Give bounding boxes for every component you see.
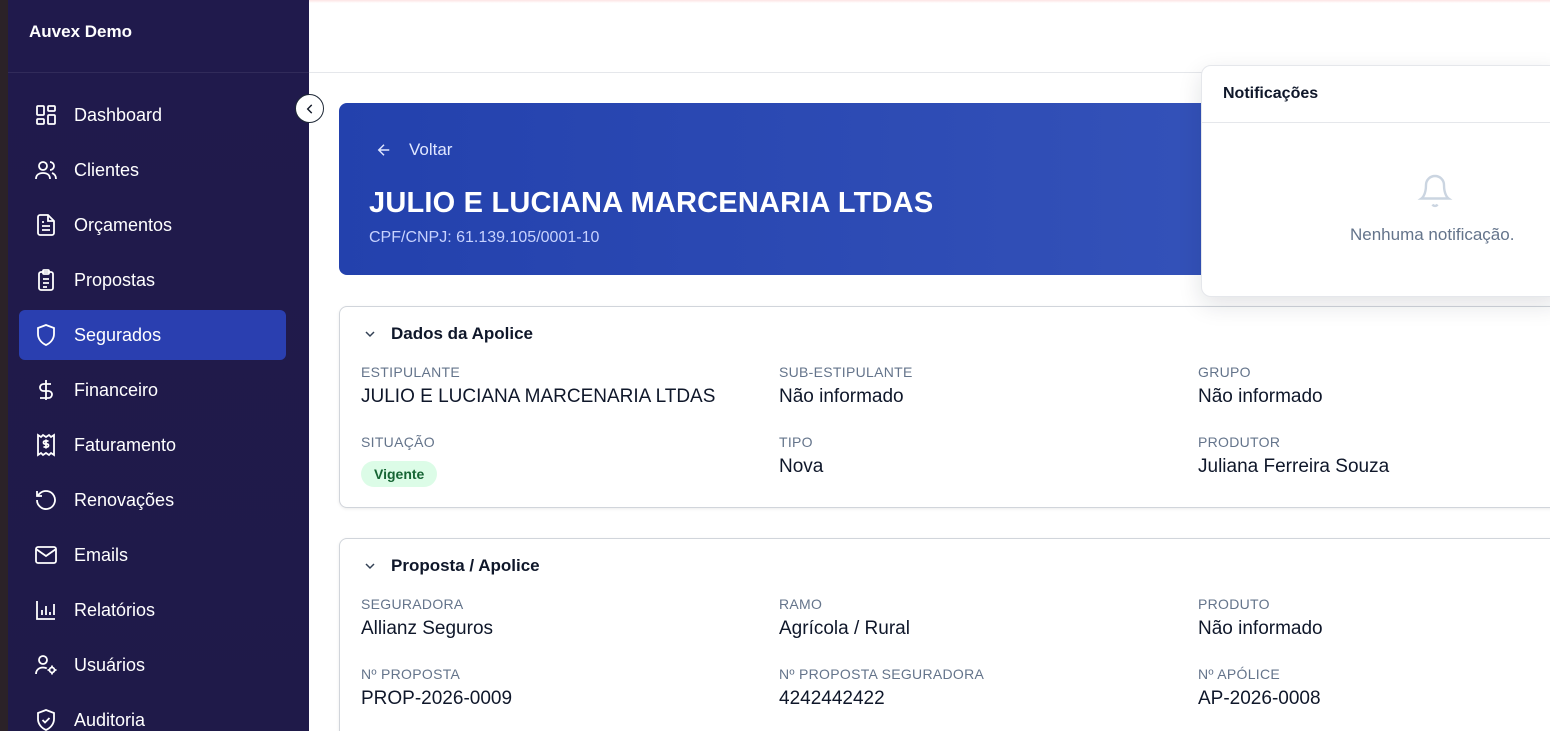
- sidebar-item-emails[interactable]: Emails: [19, 530, 286, 580]
- top-bar: [309, 0, 1550, 73]
- sidebar-item-label: Segurados: [74, 325, 162, 345]
- shield-check-icon: [37, 709, 55, 731]
- field-value: PROP-2026-0009: [361, 688, 513, 709]
- field-label: Nº APÓLICE: [1198, 666, 1281, 682]
- collapse-sidebar-button[interactable]: [295, 94, 324, 123]
- field-ramo: RAMO Agrícola / Rural: [779, 596, 910, 640]
- user-settings-icon: [35, 655, 57, 675]
- field-value: Não informado: [779, 386, 904, 407]
- sidebar-item-label: Usuários: [74, 655, 146, 675]
- field-label: TIPO: [779, 434, 813, 450]
- sidebar-divider: [8, 72, 309, 73]
- sidebar-item-renovacoes[interactable]: Renovações: [19, 475, 286, 525]
- sidebar-item-usuarios[interactable]: Usuários: [19, 640, 286, 690]
- field-num-proposta-seguradora: Nº PROPOSTA SEGURADORA 4242442422: [779, 666, 984, 710]
- sidebar-item-label: Emails: [74, 545, 129, 565]
- sidebar-item-label: Orçamentos: [74, 215, 173, 235]
- field-label: ESTIPULANTE: [361, 364, 460, 380]
- brand-name: Auvex Demo: [29, 22, 132, 41]
- field-label: SEGURADORA: [361, 596, 464, 612]
- sidebar-item-label: Renovações: [74, 490, 175, 510]
- status-badge: Vigente: [361, 461, 438, 487]
- sidebar-item-faturamento[interactable]: Faturamento: [19, 420, 286, 470]
- page-title: JULIO E LUCIANA MARCENARIA LTDAS: [369, 187, 934, 219]
- field-value: Allianz Seguros: [361, 618, 494, 639]
- mail-icon: [35, 546, 57, 564]
- invoice-icon: [37, 433, 55, 457]
- field-produtor: PRODUTOR Juliana Ferreira Souza: [1198, 434, 1389, 478]
- field-value: Não informado: [1198, 618, 1323, 639]
- field-label: Nº PROPOSTA SEGURADORA: [779, 666, 985, 682]
- field-value: Juliana Ferreira Souza: [1198, 456, 1390, 477]
- sidebar-item-label: Relatórios: [74, 600, 156, 620]
- proposta-card: Proposta / Apolice SEGURADORA Allianz Se…: [339, 538, 1550, 731]
- field-label: SUB-ESTIPULANTE: [779, 364, 913, 380]
- field-tipo: TIPO Nova: [779, 434, 823, 478]
- sidebar-item-segurados[interactable]: Segurados: [19, 310, 286, 360]
- field-estipulante: ESTIPULANTE JULIO E LUCIANA MARCENARIA L…: [361, 364, 715, 408]
- chevron-down-icon: [365, 563, 375, 570]
- apolice-card: Dados da Apolice ESTIPULANTE JULIO E LUC…: [339, 306, 1550, 508]
- sidebar-item-dashboard[interactable]: Dashboard: [19, 90, 286, 140]
- sidebar-item-clientes[interactable]: Clientes: [19, 145, 286, 195]
- section-title: Dados da Apolice: [391, 324, 534, 343]
- field-seguradora: SEGURADORA Allianz Seguros: [361, 596, 493, 640]
- field-label: SITUAÇÃO: [361, 434, 435, 450]
- sidebar-item-financeiro[interactable]: Financeiro: [19, 365, 286, 415]
- field-value: JULIO E LUCIANA MARCENARIA LTDAS: [361, 386, 716, 407]
- field-value: Agrícola / Rural: [779, 618, 910, 639]
- sidebar-item-relatorios[interactable]: Relatórios: [19, 585, 286, 635]
- sidebar-item-propostas[interactable]: Propostas: [19, 255, 286, 305]
- top-bar-accent: [309, 0, 1550, 3]
- notifications-empty-text: Nenhuma notificação.: [1350, 225, 1515, 244]
- dollar-icon: [39, 380, 53, 400]
- field-num-apolice: Nº APÓLICE AP-2026-0008: [1198, 666, 1321, 710]
- notifications-divider: [1202, 122, 1550, 123]
- rotate-icon: [36, 490, 56, 510]
- field-label: GRUPO: [1198, 364, 1251, 380]
- chevron-left-icon: [306, 103, 312, 114]
- field-label: PRODUTO: [1198, 596, 1270, 612]
- field-value: AP-2026-0008: [1198, 688, 1321, 709]
- sidebar: Auvex Demo Dashboard Clientes Orçamentos…: [0, 0, 309, 731]
- proposta-card-toggle[interactable]: Proposta / Apolice: [362, 556, 540, 576]
- sidebar-item-label: Auditoria: [74, 710, 146, 730]
- field-num-proposta: Nº PROPOSTA PROP-2026-0009: [361, 666, 512, 710]
- field-label: Nº PROPOSTA: [361, 666, 461, 682]
- document-icon: [37, 214, 55, 236]
- sidebar-item-label: Dashboard: [74, 105, 163, 125]
- field-label: PRODUTOR: [1198, 434, 1281, 450]
- field-grupo: GRUPO Não informado: [1198, 364, 1323, 408]
- users-icon: [35, 161, 57, 180]
- field-value: 4242442422: [779, 688, 885, 709]
- bell-icon: [1417, 174, 1453, 208]
- back-label: Voltar: [409, 140, 453, 159]
- page-subtitle: CPF/CNPJ: 61.139.105/0001-10: [369, 229, 600, 246]
- sidebar-item-label: Propostas: [74, 270, 156, 290]
- arrow-left-icon: [377, 144, 390, 156]
- field-produto: PRODUTO Não informado: [1198, 596, 1323, 640]
- sidebar-item-label: Financeiro: [74, 380, 159, 400]
- clipboard-icon: [38, 269, 54, 291]
- notifications-title: Notificações: [1223, 85, 1319, 102]
- sidebar-item-label: Clientes: [74, 160, 140, 180]
- sidebar-item-auditoria[interactable]: Auditoria: [19, 695, 286, 731]
- apolice-card-toggle[interactable]: Dados da Apolice: [362, 324, 533, 344]
- field-label: RAMO: [779, 596, 823, 612]
- field-sub-estipulante: SUB-ESTIPULANTE Não informado: [779, 364, 913, 408]
- dashboard-icon: [36, 105, 56, 125]
- field-value: Nova: [779, 456, 824, 477]
- sidebar-item-label: Faturamento: [74, 435, 177, 455]
- chevron-down-icon: [365, 331, 375, 338]
- shield-icon: [37, 324, 55, 346]
- sidebar-nav: Dashboard Clientes Orçamentos Propostas …: [19, 90, 286, 731]
- notifications-panel: Notificações Nenhuma notificação.: [1201, 65, 1550, 297]
- field-value: Não informado: [1198, 386, 1323, 407]
- back-button[interactable]: Voltar: [375, 140, 452, 160]
- field-situacao: SITUAÇÃO Vigente: [361, 434, 438, 487]
- bar-chart-icon: [36, 601, 55, 620]
- section-title: Proposta / Apolice: [391, 556, 540, 575]
- sidebar-item-orcamentos[interactable]: Orçamentos: [19, 200, 286, 250]
